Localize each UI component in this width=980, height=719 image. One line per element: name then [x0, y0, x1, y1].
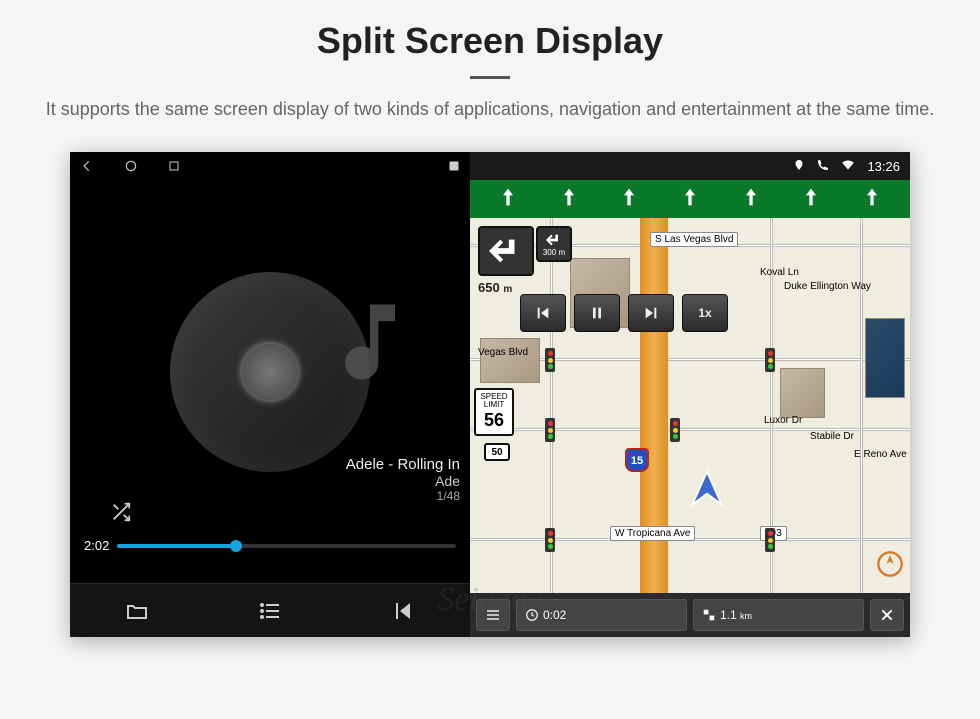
music-body: Adele - Rolling In Ade 1/48 2:02 [70, 180, 470, 583]
traffic-light-icon [545, 348, 555, 372]
road-label: W Tropicana Ave [610, 526, 695, 541]
previous-button[interactable] [383, 591, 423, 631]
statusbar: 13:26 [470, 152, 910, 180]
wifi-icon [841, 158, 855, 175]
eta-distance[interactable]: 1.1 km [693, 599, 864, 631]
speed-limit-label: SPEED LIMIT [476, 393, 512, 409]
phone-icon [817, 159, 829, 174]
lane-arrow-icon [741, 184, 761, 215]
speed-limit-value: 56 [476, 411, 512, 429]
lane-arrow-icon [680, 184, 700, 215]
progress-row [70, 501, 470, 528]
music-note-icon [320, 282, 420, 407]
recents-icon[interactable] [168, 160, 180, 172]
track-info: Adele - Rolling In Ade 1/48 [346, 456, 470, 503]
road-label: Duke Ellington Way [780, 280, 875, 293]
music-bottombar [70, 583, 470, 637]
sim-next-button[interactable] [628, 294, 674, 332]
traffic-light-icon [765, 348, 775, 372]
close-button[interactable] [870, 599, 904, 631]
road-label: Stabile Dr [806, 430, 858, 443]
turn-distance: 650 m [478, 280, 512, 295]
interstate-shield: 15 [625, 448, 649, 472]
traffic-light-icon [545, 528, 555, 552]
turn-instructions: 300 m [478, 226, 572, 276]
album-center [242, 344, 298, 400]
compass-icon[interactable] [876, 550, 904, 583]
eta-time-value: 0:02 [543, 608, 566, 622]
clock-time: 13:26 [867, 159, 900, 174]
lane-arrow-icon [862, 184, 882, 215]
page-title: Split Screen Display [0, 20, 980, 62]
location-icon [793, 159, 805, 174]
lane-arrow-icon [619, 184, 639, 215]
picture-icon[interactable] [448, 160, 460, 172]
traffic-light-icon [670, 418, 680, 442]
lane-arrow-icon [559, 184, 579, 215]
road-label: S Las Vegas Blvd [650, 232, 738, 247]
building [780, 368, 825, 418]
position-marker-icon [685, 468, 729, 517]
traffic-light-icon [765, 528, 775, 552]
album-art[interactable] [170, 272, 370, 472]
sim-prev-button[interactable] [520, 294, 566, 332]
building [480, 338, 540, 383]
turn-next: 300 m [536, 226, 572, 262]
road-label: E Reno Ave [850, 448, 910, 461]
nav-panel: 13:26 S Las Vega [470, 152, 910, 637]
progress-fill [117, 544, 236, 548]
turn-main-icon [478, 226, 534, 276]
building [865, 318, 905, 398]
playlist-button[interactable] [250, 591, 290, 631]
back-icon[interactable] [80, 159, 94, 173]
music-panel: Adele - Rolling In Ade 1/48 2:02 [70, 152, 470, 637]
road-label: Koval Ln [756, 266, 803, 279]
map[interactable]: S Las Vegas Blvd Koval Ln Duke Ellington… [470, 218, 910, 593]
route-shield: 50 [484, 443, 510, 461]
lane-arrow-icon [801, 184, 821, 215]
folder-button[interactable] [117, 591, 157, 631]
progress-bar[interactable] [117, 544, 456, 548]
eta-time[interactable]: 0:02 [516, 599, 687, 631]
eta-dist-value: 1.1 km [720, 608, 752, 622]
speed-limit-sign: SPEED LIMIT 56 [474, 388, 514, 436]
nav-bottombar: 0:02 1.1 km [470, 593, 910, 637]
track-title: Adele - Rolling In [346, 456, 460, 473]
sim-pause-button[interactable] [574, 294, 620, 332]
sim-speed-button[interactable]: 1x [682, 294, 728, 332]
home-icon[interactable] [124, 159, 138, 173]
sim-controls: 1x [520, 294, 728, 332]
road [860, 218, 863, 593]
lane-arrow-icon [498, 184, 518, 215]
page-subtitle: It supports the same screen display of t… [0, 97, 980, 122]
menu-button[interactable] [476, 599, 510, 631]
title-divider [470, 76, 510, 79]
device-screenshot: Adele - Rolling In Ade 1/48 2:02 [70, 152, 910, 637]
android-navbar [70, 152, 470, 180]
shuffle-icon[interactable] [110, 501, 132, 528]
track-artist: Ade [346, 473, 460, 489]
road-label: Luxor Dr [760, 414, 806, 427]
time-elapsed: 2:02 [84, 538, 109, 553]
road-label: Vegas Blvd [474, 346, 532, 359]
lane-guidance [470, 180, 910, 218]
progress-knob[interactable] [230, 540, 242, 552]
traffic-light-icon [545, 418, 555, 442]
